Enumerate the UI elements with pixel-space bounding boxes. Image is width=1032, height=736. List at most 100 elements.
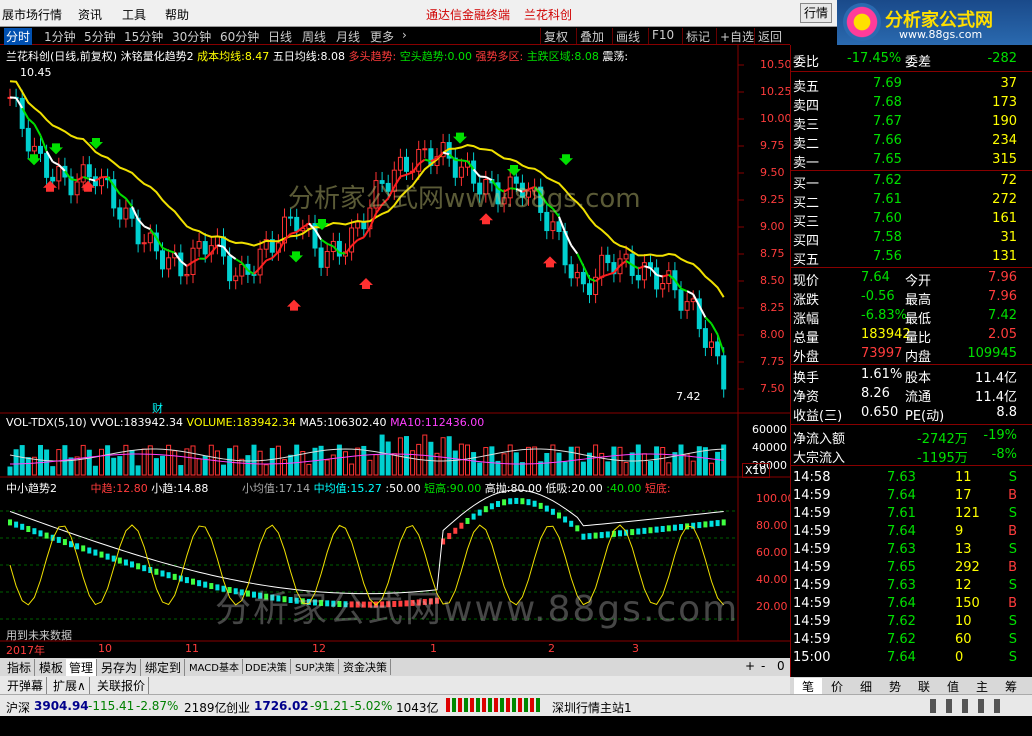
period-tab-timeshare[interactable]: 分时 xyxy=(4,28,33,45)
tab-template[interactable]: 模板 xyxy=(36,659,68,676)
finance-mark[interactable]: 财 xyxy=(152,400,163,416)
fundamental-row[interactable]: 净资 8.26 流通 11.4亿 xyxy=(791,385,1021,405)
detail-tab[interactable]: 笔 xyxy=(794,678,822,695)
mark-button[interactable]: 标记 xyxy=(682,28,713,44)
chart-area[interactable] xyxy=(0,45,790,661)
detail-tab[interactable]: 值 xyxy=(939,678,967,695)
flow-row[interactable]: 净流入额 -2742万 -19% xyxy=(791,427,1021,447)
volume-bar xyxy=(56,449,62,476)
tab-dde[interactable]: DDE决策 xyxy=(242,659,291,674)
period-next-icon[interactable]: › xyxy=(402,28,407,42)
period-tab-month[interactable]: 月线 xyxy=(336,28,360,45)
candle-body xyxy=(544,211,550,232)
tick-direction: B xyxy=(1008,488,1017,503)
tab-sup[interactable]: SUP决策 xyxy=(292,659,339,674)
period-tab-week[interactable]: 周线 xyxy=(302,28,326,45)
fundamental-row[interactable]: 换手 1.61% 股本 11.4亿 xyxy=(791,366,1021,386)
danmaku-button[interactable]: 开弹幕 xyxy=(4,677,48,694)
tab-bind-to[interactable]: 绑定到 xyxy=(142,659,186,676)
tick-row[interactable]: 14:59 7.62 60 S xyxy=(791,631,1021,650)
order-ratio-row[interactable]: 委比 -17.45% 委差 -282 xyxy=(791,50,1021,70)
tab-indicator[interactable]: 指标 xyxy=(4,659,36,676)
candle-body xyxy=(214,236,220,247)
related-quote-button[interactable]: 关联报价 xyxy=(94,677,150,694)
tick-row[interactable]: 14:59 7.64 9 B xyxy=(791,523,1021,542)
period-tab-day[interactable]: 日线 xyxy=(268,28,292,45)
ask-row[interactable]: 卖三 7.67 190 xyxy=(791,113,1021,133)
menu-market[interactable]: 展市场行情 xyxy=(2,6,62,23)
detail-tab[interactable]: 联 xyxy=(910,678,938,695)
detail-tab[interactable]: 价 xyxy=(823,678,851,695)
volume-bar xyxy=(269,447,275,476)
tick-row[interactable]: 14:59 7.61 121 S xyxy=(791,505,1021,524)
bid-row[interactable]: 买五 7.56 131 xyxy=(791,248,1021,268)
zoom-in-button[interactable]: + xyxy=(742,659,758,673)
osc-bar xyxy=(75,543,80,550)
bid-row[interactable]: 买一 7.62 72 xyxy=(791,172,1021,192)
quote-row[interactable]: 外盘 73997 内盘 109945 xyxy=(791,345,1021,365)
osc-bar xyxy=(569,520,574,527)
tab-manage[interactable]: 管理 xyxy=(66,659,98,676)
volume-bar xyxy=(257,450,263,476)
flow-row[interactable]: 大宗流入 -1195万 -8% xyxy=(791,446,1021,466)
bid-price: 7.61 xyxy=(873,192,902,207)
bid-label: 买四 xyxy=(793,234,820,249)
bid-row[interactable]: 买二 7.61 272 xyxy=(791,191,1021,211)
quote-row[interactable]: 涨跌 -0.56 最高 7.96 xyxy=(791,288,1021,308)
kline-chart[interactable] xyxy=(0,45,790,658)
status-icons[interactable] xyxy=(930,699,1010,713)
tick-row[interactable]: 14:59 7.64 150 B xyxy=(791,595,1021,614)
tab-macd[interactable]: MACD基本 xyxy=(186,659,243,674)
quote-row[interactable]: 现价 7.64 今开 7.96 xyxy=(791,269,1021,289)
candle-body xyxy=(580,271,586,285)
period-tab-more[interactable]: 更多 xyxy=(370,28,394,45)
quote-button[interactable]: 行情 xyxy=(800,3,832,23)
period-tab-15m[interactable]: 15分钟 xyxy=(124,28,163,45)
detail-tab[interactable]: 势 xyxy=(881,678,909,695)
back-button[interactable]: 返回 xyxy=(754,28,785,44)
add-watchlist-button[interactable]: +自选 xyxy=(716,28,757,44)
ask-row[interactable]: 卖二 7.66 234 xyxy=(791,132,1021,152)
period-tab-30m[interactable]: 30分钟 xyxy=(172,28,211,45)
tick-row[interactable]: 14:59 7.64 17 B xyxy=(791,487,1021,506)
zoom-out-button[interactable]: - xyxy=(758,659,768,673)
ask-row[interactable]: 卖一 7.65 315 xyxy=(791,151,1021,171)
fundamental-row[interactable]: 收益(三) 0.650 PE(动) 8.8 xyxy=(791,404,1021,424)
detail-tab[interactable]: 筹 xyxy=(997,678,1025,695)
period-tab-5m[interactable]: 5分钟 xyxy=(84,28,116,45)
bid-row[interactable]: 买四 7.58 31 xyxy=(791,229,1021,249)
date-tick: 2017年 xyxy=(6,644,45,657)
ask-row[interactable]: 卖四 7.68 173 xyxy=(791,94,1021,114)
candle-body xyxy=(690,298,696,303)
expand-button[interactable]: 扩展∧ xyxy=(50,677,90,694)
tick-row[interactable]: 14:59 7.65 292 B xyxy=(791,559,1021,578)
quote-row[interactable]: 总量 183942 量比 2.05 xyxy=(791,326,1021,346)
ask-row[interactable]: 卖五 7.69 37 xyxy=(791,75,1021,95)
volume-bar xyxy=(196,458,202,476)
tick-row[interactable]: 14:59 7.63 13 S xyxy=(791,541,1021,560)
tick-row[interactable]: 15:00 7.64 0 S xyxy=(791,649,1021,668)
menu-news[interactable]: 资讯 xyxy=(78,6,102,23)
candle-body xyxy=(641,262,647,281)
quote-row[interactable]: 涨幅 -6.83% 最低 7.42 xyxy=(791,307,1021,327)
tab-save-as[interactable]: 另存为 xyxy=(98,659,142,676)
detail-tab[interactable]: 细 xyxy=(852,678,880,695)
tick-row[interactable]: 14:59 7.62 10 S xyxy=(791,613,1021,632)
bid-row[interactable]: 买三 7.60 161 xyxy=(791,210,1021,230)
volume-bar xyxy=(324,459,330,476)
period-tab-60m[interactable]: 60分钟 xyxy=(220,28,259,45)
zoom-reset-button[interactable]: 0 xyxy=(774,659,788,673)
f10-button[interactable]: F10 xyxy=(648,28,677,44)
menu-tools[interactable]: 工具 xyxy=(122,6,146,23)
tick-row[interactable]: 14:58 7.63 11 S xyxy=(791,469,1021,488)
menu-help[interactable]: 帮助 xyxy=(165,6,189,23)
restore-button[interactable]: 复权 xyxy=(540,28,571,44)
period-tab-1m[interactable]: 1分钟 xyxy=(44,28,76,45)
tab-fund[interactable]: 资金决策 xyxy=(340,659,391,675)
overlay-button[interactable]: 叠加 xyxy=(576,28,607,44)
ask-price: 7.68 xyxy=(873,95,902,110)
tick-row[interactable]: 14:59 7.63 12 S xyxy=(791,577,1021,596)
draw-line-button[interactable]: 画线 xyxy=(612,28,643,44)
detail-tab[interactable]: 主 xyxy=(968,678,996,695)
order-ratio-value: -17.45% xyxy=(847,51,902,66)
